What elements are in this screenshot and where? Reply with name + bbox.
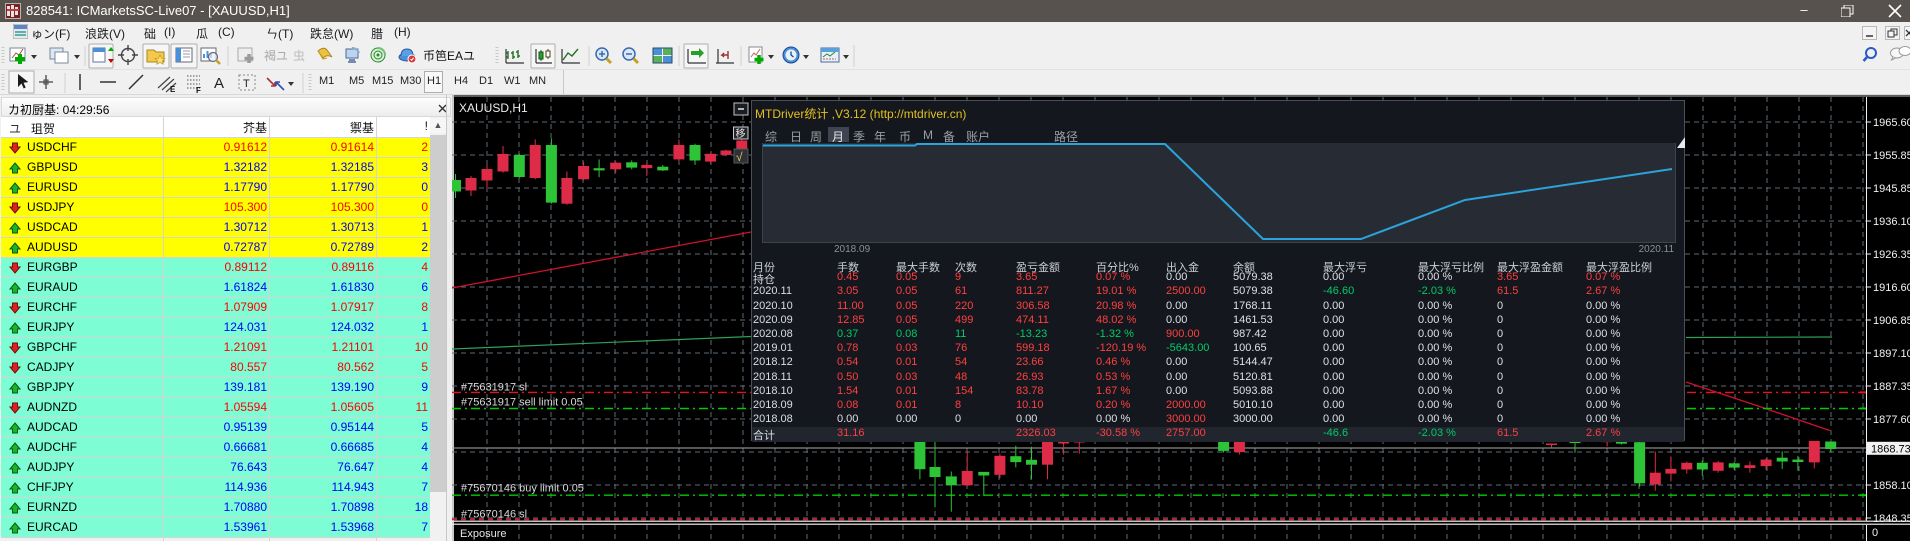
svg-text:1877.60: 1877.60 [1873,414,1910,426]
svg-text:1955.85: 1955.85 [1873,150,1910,162]
svg-text:1868.73: 1868.73 [1871,444,1910,456]
svg-text:#75670146 buy limit 0.05: #75670146 buy limit 0.05 [461,483,584,495]
svg-text:1936.10: 1936.10 [1873,216,1910,228]
svg-text:T: T [243,78,250,90]
svg-text:1926.35: 1926.35 [1873,249,1910,261]
svg-text:A: A [214,75,224,92]
svg-text:1887.35: 1887.35 [1873,381,1910,393]
svg-text:Exposure: Exposure [460,528,506,540]
svg-text:√: √ [736,150,743,164]
svg-text:#75631917 sl: #75631917 sl [461,382,527,394]
svg-text:1897.10: 1897.10 [1873,348,1910,360]
svg-text:XAUUSD,H1: XAUUSD,H1 [459,101,528,115]
svg-text:币笆EAユ: 币笆EAユ [423,48,475,63]
svg-text:F: F [196,86,201,94]
svg-text:#75631917 sell limit 0.05: #75631917 sell limit 0.05 [461,397,583,409]
svg-text:1858.10: 1858.10 [1873,480,1910,492]
svg-text:E: E [170,85,176,94]
svg-text:#75670146 sl: #75670146 sl [461,509,527,521]
svg-text:移: 移 [736,127,746,140]
svg-text:0: 0 [1872,527,1878,539]
svg-text:1848.35: 1848.35 [1873,513,1910,525]
svg-text:1906.85: 1906.85 [1873,315,1910,327]
svg-text:1945.85: 1945.85 [1873,183,1910,195]
svg-text:虫: 虫 [293,49,305,63]
svg-text:褐ユ: 褐ユ [264,48,288,63]
svg-text:1965.60: 1965.60 [1873,117,1910,129]
svg-text:1916.60: 1916.60 [1873,282,1910,294]
